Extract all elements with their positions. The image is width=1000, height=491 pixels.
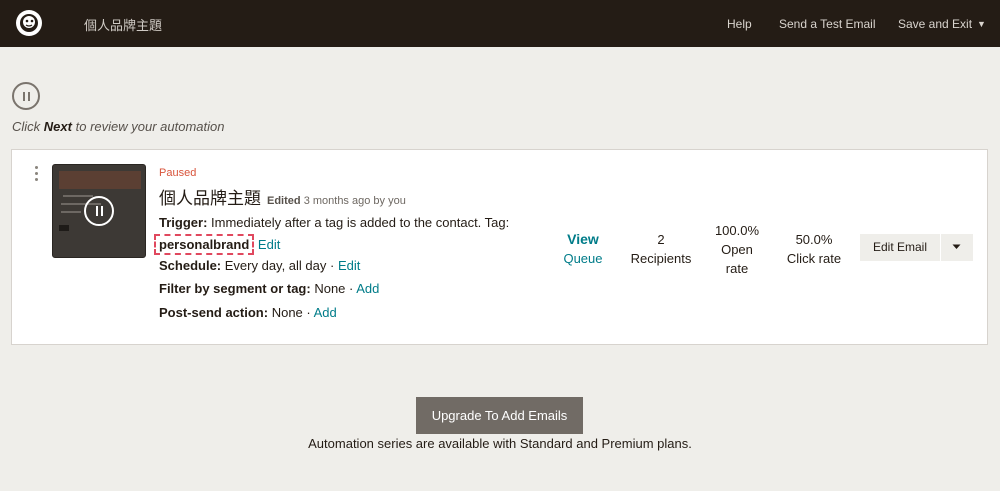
add-filter-link[interactable]: Add bbox=[356, 281, 379, 296]
send-test-email-link[interactable]: Send a Test Email bbox=[779, 17, 876, 31]
edit-trigger-link[interactable]: Edit bbox=[258, 237, 280, 252]
filter-line: Filter by segment or tag: None · Add bbox=[159, 281, 380, 296]
save-and-exit-label: Save and Exit bbox=[898, 17, 973, 31]
add-post-send-link[interactable]: Add bbox=[314, 305, 337, 320]
schedule-line: Schedule: Every day, all day · Edit bbox=[159, 258, 361, 273]
tag-name: personalbrand bbox=[154, 234, 255, 255]
email-actions-dropdown[interactable] bbox=[941, 234, 973, 261]
view-queue-link[interactable]: View Queue bbox=[555, 230, 611, 268]
post-send-line: Post-send action: None · Add bbox=[159, 305, 337, 320]
pause-status-icon[interactable] bbox=[12, 82, 40, 110]
edited-info: Edited 3 months ago by you bbox=[267, 195, 406, 207]
chevron-down-icon bbox=[952, 244, 961, 249]
chevron-down-icon: ▼ bbox=[977, 19, 986, 29]
edit-email-button[interactable]: Edit Email bbox=[860, 234, 940, 261]
more-options-icon[interactable] bbox=[33, 166, 39, 184]
top-bar: 個人品牌主題 Help Send a Test Email Save and E… bbox=[0, 0, 1000, 47]
email-thumbnail[interactable] bbox=[52, 164, 146, 258]
pause-icon bbox=[84, 196, 114, 226]
status-badge: Paused bbox=[159, 167, 197, 179]
upgrade-button[interactable]: Upgrade To Add Emails bbox=[416, 397, 583, 434]
plans-note: Automation series are available with Sta… bbox=[308, 436, 692, 451]
trigger-line: Trigger: Immediately after a tag is adde… bbox=[159, 215, 510, 230]
email-title: 個人品牌主題 bbox=[159, 189, 261, 208]
save-and-exit-menu[interactable]: Save and Exit ▼ bbox=[898, 17, 986, 31]
trigger-tag-line: personalbrand Edit bbox=[154, 234, 280, 255]
recipients-stat: 2 Recipients bbox=[630, 232, 692, 266]
mailchimp-logo-icon[interactable] bbox=[14, 8, 44, 38]
open-rate-stat: 100.0% Open rate bbox=[714, 223, 760, 276]
help-link[interactable]: Help bbox=[727, 17, 752, 31]
edit-schedule-link[interactable]: Edit bbox=[338, 258, 360, 273]
email-title-row: 個人品牌主題 Edited 3 months ago by you bbox=[159, 184, 406, 209]
app-title: 個人品牌主題 bbox=[84, 18, 163, 33]
automation-email-card: Paused 個人品牌主題 Edited 3 months ago by you … bbox=[11, 149, 988, 345]
click-rate-stat: 50.0% Click rate bbox=[786, 232, 842, 266]
review-hint: Click Next to review your automation bbox=[12, 119, 225, 134]
